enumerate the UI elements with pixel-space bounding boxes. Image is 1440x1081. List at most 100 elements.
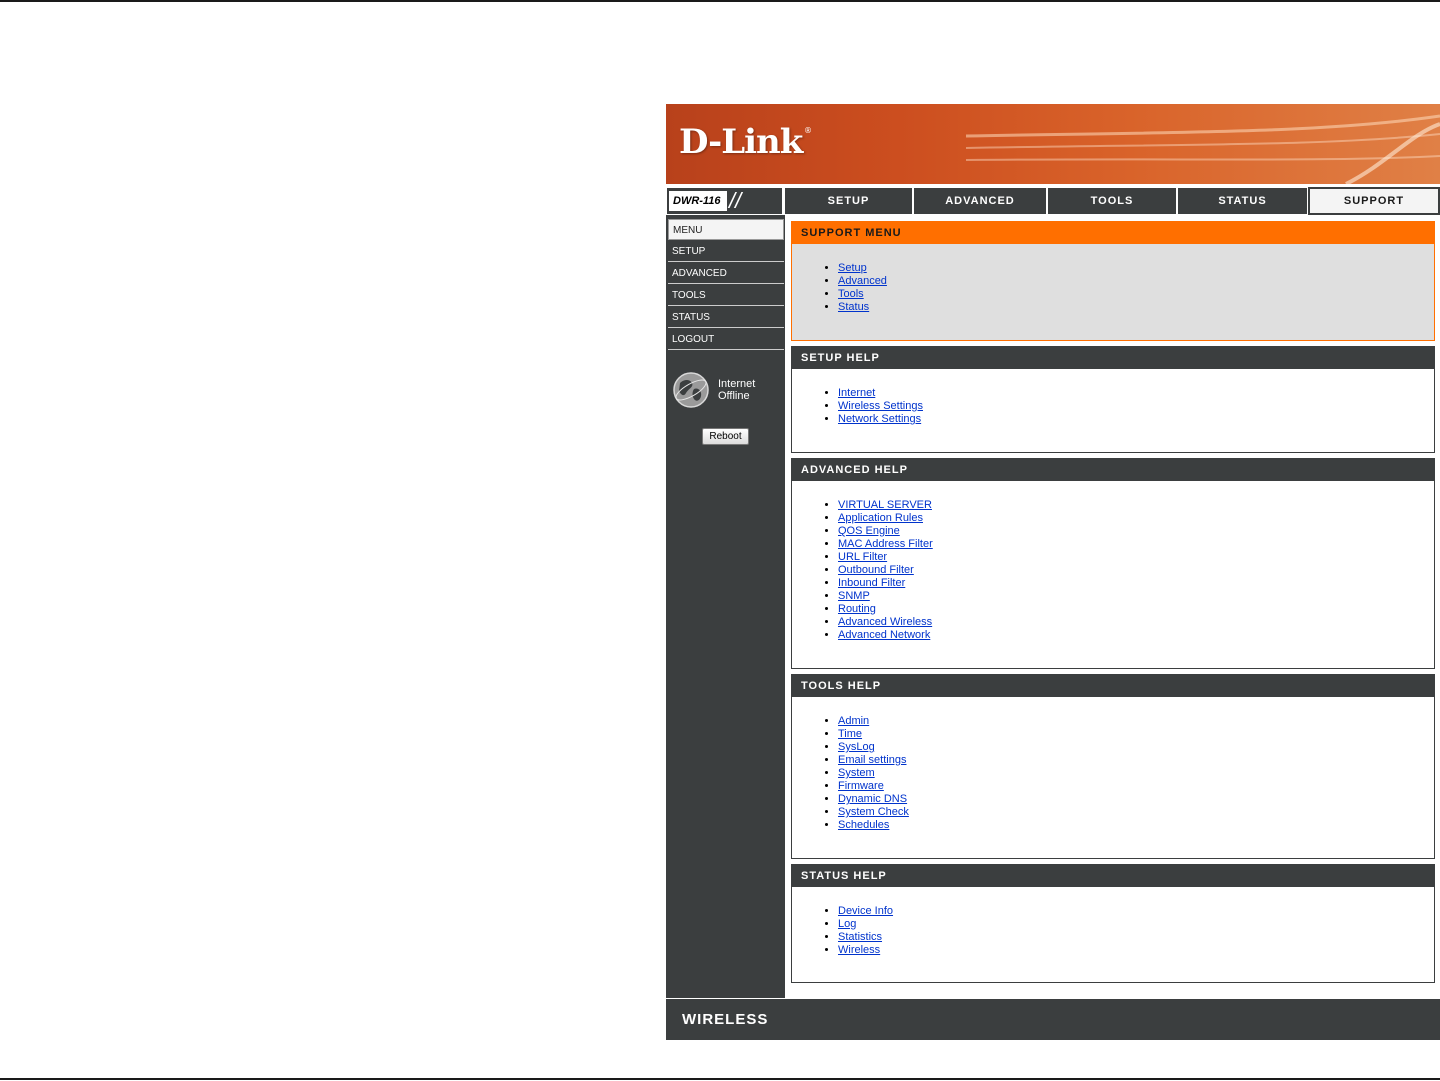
help-link[interactable]: System — [838, 767, 875, 779]
link-list: Admin Time SysLog Email settings System … — [838, 715, 909, 832]
reboot-button[interactable]: Reboot — [702, 428, 749, 445]
model-name: DWR-116 — [669, 191, 727, 211]
tab-support[interactable]: SUPPORT — [1308, 187, 1440, 215]
registered-mark: ® — [804, 126, 812, 135]
list-item: Time — [838, 728, 909, 741]
sidebar-item-menu[interactable]: MENU — [668, 219, 784, 240]
help-link[interactable]: Advanced Wireless — [838, 616, 932, 628]
help-link[interactable]: SNMP — [838, 590, 870, 602]
list-item: System — [838, 767, 909, 780]
help-link[interactable]: Statistics — [838, 931, 882, 943]
sidebar-item-logout[interactable]: LOGOUT — [668, 329, 784, 350]
status-line-2: Offline — [718, 390, 750, 402]
help-link[interactable]: SysLog — [838, 741, 875, 753]
wireless-footer-label: WIRELESS — [682, 1011, 769, 1028]
help-link[interactable]: System Check — [838, 806, 909, 818]
list-item: Log — [838, 918, 893, 931]
help-link[interactable]: MAC Address Filter — [838, 538, 933, 550]
sidebar-item-advanced[interactable]: ADVANCED — [668, 263, 784, 284]
panel-title: SETUP HELP — [792, 347, 1434, 369]
help-link[interactable]: Wireless — [838, 944, 880, 956]
list-item: Admin — [838, 715, 909, 728]
sidebar-item-status[interactable]: STATUS — [668, 307, 784, 328]
list-item: Schedules — [838, 819, 909, 832]
main-content: SUPPORT MENU Setup Advanced Tools Status… — [785, 215, 1440, 998]
link-list: VIRTUAL SERVER Application Rules QOS Eng… — [838, 499, 933, 642]
list-item: Advanced Network — [838, 629, 933, 642]
list-item: VIRTUAL SERVER — [838, 499, 933, 512]
link-list: Setup Advanced Tools Status — [838, 262, 887, 314]
left-sidebar: MENU SETUP ADVANCED TOOLS STATUS LOGOUT … — [666, 215, 785, 998]
status-line-1: Internet — [718, 378, 756, 390]
list-item: SNMP — [838, 590, 933, 603]
help-link[interactable]: Schedules — [838, 819, 889, 831]
help-link[interactable]: Internet — [838, 387, 875, 399]
tab-setup[interactable]: SETUP — [784, 187, 913, 215]
panel-title: TOOLS HELP — [792, 675, 1434, 697]
panel-title: STATUS HELP — [792, 865, 1434, 887]
list-item: System Check — [838, 806, 909, 819]
list-item: Advanced Wireless — [838, 616, 933, 629]
list-item: Inbound Filter — [838, 577, 933, 590]
help-link[interactable]: Routing — [838, 603, 876, 615]
top-navigation: DWR-116 // SETUP ADVANCED TOOLS STATUS S… — [666, 187, 1440, 215]
help-link[interactable]: Setup — [838, 262, 867, 274]
help-link[interactable]: Admin — [838, 715, 869, 727]
support-menu-panel: SUPPORT MENU Setup Advanced Tools Status — [791, 221, 1435, 341]
help-link[interactable]: Tools — [838, 288, 864, 300]
help-link[interactable]: Time — [838, 728, 862, 740]
list-item: SysLog — [838, 741, 909, 754]
help-link[interactable]: Status — [838, 301, 869, 313]
help-link[interactable]: Wireless Settings — [838, 400, 923, 412]
model-badge: DWR-116 // — [666, 187, 783, 215]
help-link[interactable]: Inbound Filter — [838, 577, 905, 589]
dlink-logo: D-Link — [679, 122, 803, 162]
panel-title: ADVANCED HELP — [792, 459, 1434, 481]
sidebar-item-setup[interactable]: SETUP — [668, 241, 784, 262]
link-list: Device Info Log Statistics Wireless — [838, 905, 893, 957]
help-link[interactable]: Advanced Network — [838, 629, 930, 641]
model-slashes: // — [729, 188, 742, 213]
header-banner: D-Link ® — [666, 104, 1440, 184]
bottom-page-rule — [0, 1078, 1440, 1080]
help-link[interactable]: Application Rules — [838, 512, 923, 524]
tab-tools[interactable]: TOOLS — [1047, 187, 1177, 215]
help-link[interactable]: Outbound Filter — [838, 564, 914, 576]
list-item: Wireless Settings — [838, 400, 923, 413]
help-link[interactable]: VIRTUAL SERVER — [838, 499, 932, 511]
help-link[interactable]: URL Filter — [838, 551, 887, 563]
list-item: Tools — [838, 288, 887, 301]
list-item: QOS Engine — [838, 525, 933, 538]
list-item: URL Filter — [838, 551, 933, 564]
list-item: Wireless — [838, 944, 893, 957]
list-item: Network Settings — [838, 413, 923, 426]
help-link[interactable]: Device Info — [838, 905, 893, 917]
list-item: Dynamic DNS — [838, 793, 909, 806]
help-link[interactable]: Log — [838, 918, 856, 930]
setup-help-panel: SETUP HELP Internet Wireless Settings Ne… — [791, 346, 1435, 453]
tools-help-panel: TOOLS HELP Admin Time SysLog Email setti… — [791, 674, 1435, 859]
sidebar-item-tools[interactable]: TOOLS — [668, 285, 784, 306]
globe-icon — [673, 372, 709, 408]
list-item: Firmware — [838, 780, 909, 793]
help-link[interactable]: QOS Engine — [838, 525, 900, 537]
list-item: Status — [838, 301, 887, 314]
router-admin-page: D-Link ® DWR-116 // SETUP ADVANCED TOOLS… — [666, 104, 1440, 1040]
list-item: Application Rules — [838, 512, 933, 525]
tab-advanced[interactable]: ADVANCED — [913, 187, 1047, 215]
tab-status[interactable]: STATUS — [1177, 187, 1308, 215]
help-link[interactable]: Email settings — [838, 754, 906, 766]
panel-title: SUPPORT MENU — [792, 222, 1434, 244]
internet-status-text: Internet Offline — [718, 378, 755, 402]
list-item: Outbound Filter — [838, 564, 933, 577]
help-link[interactable]: Firmware — [838, 780, 884, 792]
list-item: Setup — [838, 262, 887, 275]
help-link[interactable]: Advanced — [838, 275, 887, 287]
help-link[interactable]: Dynamic DNS — [838, 793, 907, 805]
list-item: MAC Address Filter — [838, 538, 933, 551]
help-link[interactable]: Network Settings — [838, 413, 921, 425]
list-item: Routing — [838, 603, 933, 616]
advanced-help-panel: ADVANCED HELP VIRTUAL SERVER Application… — [791, 458, 1435, 669]
status-help-panel: STATUS HELP Device Info Log Statistics W… — [791, 864, 1435, 983]
list-item: Device Info — [838, 905, 893, 918]
